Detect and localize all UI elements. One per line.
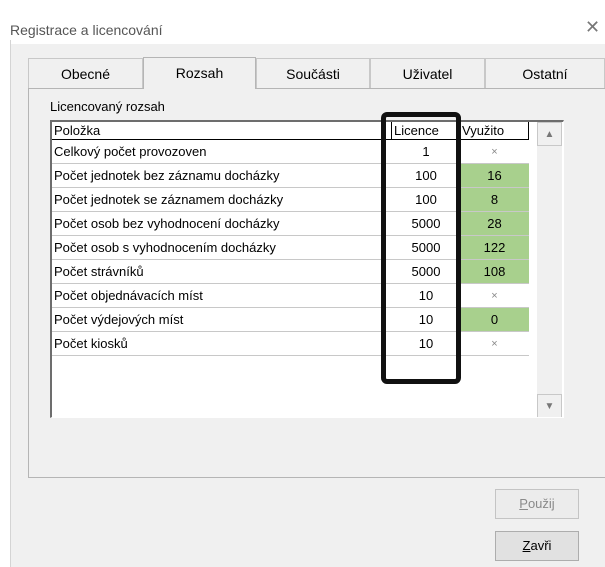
row-used-value: × (460, 332, 529, 356)
row-item-name: Celkový počet provozoven (52, 140, 392, 164)
table-header: Položka Licence Využito (52, 122, 537, 140)
window-title: Registrace a licencování (10, 22, 163, 38)
table-row[interactable]: Počet osob bez vyhodnocení docházky 5000 2… (52, 212, 537, 236)
table-row[interactable]: Počet kiosků 10 × (52, 332, 537, 356)
table-row[interactable]: Počet jednotek se záznamem docházky 100 8 (52, 188, 537, 212)
license-table[interactable]: Položka Licence Využito Celkový počet pr… (50, 120, 564, 418)
column-header-used[interactable]: Využito (460, 122, 529, 140)
dialog-window: Registrace a licencování ✕ Obecné Rozsah… (0, 0, 605, 567)
tab-obecne[interactable]: Obecné (28, 58, 143, 88)
row-item-name: Počet strávníků (52, 260, 392, 284)
tab-ostatni[interactable]: Ostatní (485, 58, 605, 88)
column-header-item[interactable]: Položka (52, 122, 392, 140)
table-row[interactable]: Počet objednávacích míst 10 × (52, 284, 537, 308)
row-used-value: 28 (460, 212, 529, 236)
row-licence-value: 10 (392, 284, 460, 308)
apply-label-rest: oužij (527, 496, 555, 511)
close-label-rest: avři (530, 538, 552, 553)
tab-soucasti[interactable]: Součásti (256, 58, 370, 88)
row-licence-value: 10 (392, 308, 460, 332)
tab-rozsah[interactable]: Rozsah (143, 57, 256, 89)
close-icon[interactable]: ✕ (585, 18, 600, 36)
column-header-licence[interactable]: Licence (392, 122, 460, 140)
group-label: Licencovaný rozsah (50, 99, 165, 114)
row-licence-value: 5000 (392, 212, 460, 236)
row-used-value: × (460, 140, 529, 164)
row-item-name: Počet výdejových míst (52, 308, 392, 332)
row-licence-value: 100 (392, 188, 460, 212)
row-item-name: Počet jednotek se záznamem docházky (52, 188, 392, 212)
table-row[interactable]: Celkový počet provozoven 1 × (52, 140, 537, 164)
scroll-up-arrow-icon[interactable]: ▲ (537, 122, 562, 146)
tab-uzivatel[interactable]: Uživatel (370, 58, 485, 88)
row-item-name: Počet objednávacích míst (52, 284, 392, 308)
vertical-scrollbar[interactable]: ▲ ▼ (537, 122, 562, 417)
table-row[interactable]: Počet jednotek bez záznamu docházky 100 16 (52, 164, 537, 188)
table-row[interactable]: Počet strávníků 5000 108 (52, 260, 537, 284)
row-licence-value: 10 (392, 332, 460, 356)
row-used-value: 8 (460, 188, 529, 212)
row-used-value: 108 (460, 260, 529, 284)
row-licence-value: 5000 (392, 236, 460, 260)
close-mnemonic: Z (522, 538, 531, 553)
row-item-name: Počet kiosků (52, 332, 392, 356)
close-button[interactable]: Zavři (495, 531, 579, 561)
table-row[interactable]: Počet osob s vyhodnocením docházky 5000 12… (52, 236, 537, 260)
row-item-name: Počet jednotek bez záznamu docházky (52, 164, 392, 188)
table-row[interactable]: Počet výdejových míst 10 0 (52, 308, 537, 332)
row-item-name: Počet osob bez vyhodnocení docházky (52, 212, 392, 236)
row-used-value: 0 (460, 308, 529, 332)
apply-mnemonic: P (519, 496, 528, 511)
row-licence-value: 100 (392, 164, 460, 188)
apply-button[interactable]: Použij (495, 489, 579, 519)
title-bar: Registrace a licencování ✕ (0, 0, 605, 44)
scroll-down-arrow-icon[interactable]: ▼ (537, 394, 562, 417)
row-used-value: 122 (460, 236, 529, 260)
row-licence-value: 1 (392, 140, 460, 164)
row-licence-value: 5000 (392, 260, 460, 284)
row-used-value: 16 (460, 164, 529, 188)
row-used-value: × (460, 284, 529, 308)
row-item-name: Počet osob s vyhodnocením docházky (52, 236, 392, 260)
